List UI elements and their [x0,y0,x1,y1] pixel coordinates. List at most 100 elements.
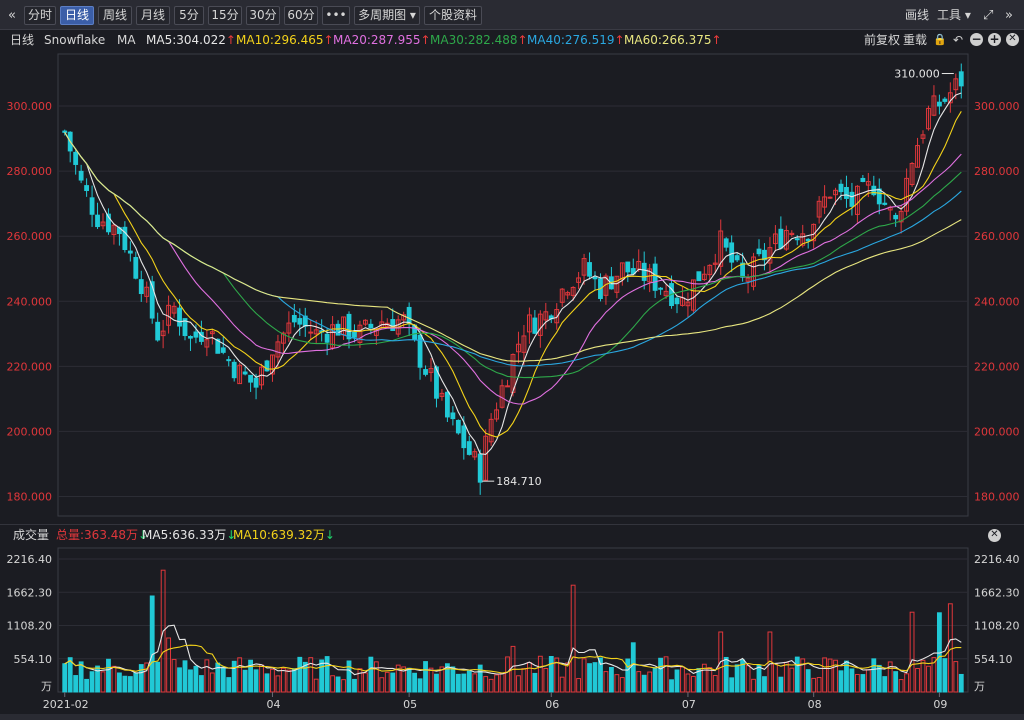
volume-bar-down [346,660,352,693]
volume-bar-up [472,673,478,693]
volume-bar-up [280,667,286,693]
ma60-line [64,132,962,362]
ma-legend-item: MA30:282.488↑ [430,33,528,47]
period-button-7[interactable]: 60分 [284,6,318,25]
volume-bar-down [805,669,811,693]
period-button-1[interactable]: 日线 [60,6,94,25]
candle-down [723,238,729,248]
volume-bar-up [920,659,926,693]
price-tick-right: 220.000 [974,360,1020,373]
ma-label[interactable]: MA [117,30,136,50]
candle-down [423,369,428,375]
volume-bar-down [324,656,330,693]
volume-bar-down [138,664,144,693]
volume-bar-up [603,671,609,693]
volume-bar-down [390,672,396,693]
volume-bar-down [734,664,740,693]
candle-down [734,255,740,261]
tools-menu[interactable]: 工具 ▾ [937,6,971,25]
candle-down [450,412,456,420]
period-button-10[interactable]: 个股资料 [424,6,482,25]
lock-icon[interactable]: 🔒 [933,30,947,50]
candle-down [860,177,866,182]
volume-bar-down [882,676,888,693]
volume-tick-left: 万 [41,680,52,693]
period-button-6[interactable]: 30分 [246,6,280,25]
price-tick-left: 300.000 [7,100,53,113]
price-chart[interactable]: 300.000 300.000 280.000 280.000 260.000 260.0… [0,50,1024,524]
period-button-2[interactable]: 周线 [98,6,132,25]
period-button-3[interactable]: 月线 [136,6,170,25]
candle-down [532,317,538,334]
volume-bar-up [384,671,390,693]
volume-chart[interactable]: 2216.40 2216.40 1662.30 1662.30 1108.20 1108.… [0,544,1024,714]
period-button-0[interactable]: 分时 [24,6,56,25]
candle-down [368,323,374,329]
candle-down [844,187,849,199]
candle-down [893,214,899,220]
volume-bar-up [330,675,336,693]
close-icon[interactable]: ✕ [1006,33,1019,46]
price-tick-left: 180.000 [7,490,53,503]
volume-bar-down [455,673,461,693]
volume-bar-up [570,584,576,693]
volume-bar-down [548,655,554,693]
period-button-5[interactable]: 15分 [208,6,242,25]
volume-bar-up [100,671,106,693]
volume-bar-down [291,668,297,693]
candle-down [696,271,702,282]
volume-bar-down [423,661,428,693]
low-annotation: 184.710 [496,475,542,488]
volume-bar-up [909,611,915,693]
period-button-8[interactable]: ••• [322,6,350,25]
volume-tick-left: 2216.40 [7,553,53,566]
undo-icon[interactable]: ↶ [953,30,963,50]
volume-bar-up [505,656,510,693]
ma-legend-item: MA10:296.465↑ [236,33,334,47]
zoom-out-icon[interactable]: − [970,33,983,46]
back-icon[interactable]: « [8,6,16,25]
volume-bar-up [543,668,549,693]
volume-bar-down [450,666,456,693]
volume-bar-up [712,675,718,693]
forward-icon[interactable]: » [1005,6,1013,25]
period-label: 日线 [10,33,35,47]
volume-close-icon[interactable]: ✕ [988,529,1001,542]
candle-up [505,385,510,388]
candle-down [587,262,592,277]
overlay-button[interactable]: 重载 [903,30,927,50]
volume-bar-down [302,661,308,693]
price-tick-right: 240.000 [974,295,1020,308]
ma-legend-bar: 日线 Snowflake MA MA5:304.022↑ MA10:296.465… [0,30,1024,50]
x-tick-label: 09 [933,698,947,711]
candle-down [882,202,888,205]
volume-bar-up [111,665,117,693]
price-tick-right: 260.000 [974,230,1020,243]
zoom-in-icon[interactable]: + [988,33,1001,46]
volume-bar-down [127,676,133,693]
volume-bar-down [106,658,111,693]
volume-bar-down [253,669,259,693]
volume-bar-up [822,657,828,693]
candle-down [138,279,144,295]
volume-bar-down [756,664,762,693]
volume-bar-up [581,658,587,693]
volume-bar-down [625,658,631,693]
expand-icon[interactable]: ⤢ [983,6,993,25]
period-button-4[interactable]: 5分 [174,6,204,25]
price-tick-left: 200.000 [7,425,53,438]
price-tick-right: 200.000 [974,425,1020,438]
candle-down [248,374,254,383]
candle-down [641,262,647,281]
draw-line-button[interactable]: 画线 [905,6,929,25]
candle-down [740,262,746,278]
volume-bar-down [133,672,139,693]
volume-bar-up [898,679,904,693]
volume-bar-down [674,669,680,693]
adjust-button[interactable]: 前复权 [864,30,900,50]
volume-tick-right: 1108.20 [974,620,1020,633]
volume-bar-down [116,672,122,693]
period-button-9[interactable]: 多周期图 ▾ [354,6,420,25]
volume-total: 总量:363.48万↓ [56,528,149,542]
volume-legend-bar: 成交量 总量:363.48万↓ MA5:636.33万↓ MA10:639.32… [0,524,1024,544]
